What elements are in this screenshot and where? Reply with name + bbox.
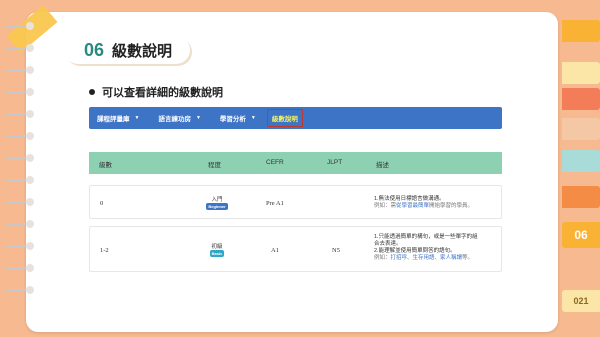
desc-example-highlight: 打招呼、生存用語、家人稱謂 (390, 255, 463, 261)
header-cefr: CEFR (266, 159, 284, 166)
binder-rings (6, 22, 40, 322)
side-tab[interactable] (562, 20, 600, 42)
nav-bar: 課程評量庫 ▼ 語言練功房 ▼ 學習分析 ▼ 級數說明 (89, 107, 502, 129)
side-tab[interactable] (562, 186, 600, 208)
side-tab[interactable] (562, 62, 600, 84)
page-number-tab[interactable]: 06 (562, 222, 600, 248)
cell-level: 0 (100, 200, 104, 207)
side-tab[interactable] (562, 118, 600, 140)
cell-level: 1-2 (100, 247, 109, 254)
desc-example-prefix: 例如：需 (374, 203, 397, 209)
cell-degree: 入門 Beginner (202, 195, 232, 210)
cell-cefr: A1 (271, 247, 279, 254)
side-tab[interactable] (562, 88, 600, 110)
section-title: 06 級數說明 (64, 36, 190, 64)
nav-item-label: 課程評量庫 (97, 116, 130, 123)
table-row: 0 入門 Beginner Pre A1 1.無法使用日標語言做溝通。 例如：需… (89, 185, 502, 219)
bullet-icon (89, 89, 95, 95)
header-degree: 程度 (208, 162, 221, 169)
subtitle: 可以查看詳細的級數說明 (89, 84, 223, 100)
nav-item-learning-analysis[interactable]: 學習分析 ▼ (220, 113, 256, 123)
degree-label: 初級 (211, 244, 223, 250)
degree-label: 入門 (211, 197, 223, 203)
desc-example: 例如：打招呼、生存用語、家人稱謂等。 (374, 255, 478, 262)
nav-item-label: 語言練功房 (158, 116, 191, 123)
header-level: 級數 (99, 162, 112, 169)
desc-line: 1.無法使用日標語言做溝通。 (374, 196, 445, 202)
caret-down-icon: ▼ (134, 115, 140, 121)
desc-line: 2.能理解並使用簡單問答的語句。 (374, 248, 456, 254)
cell-jlpt: N5 (332, 247, 340, 254)
cell-description: 1.無法使用日標語言做溝通。 例如：需從學習最簡單開始學習的學員。 (374, 196, 473, 210)
slide-number-tab: 021 (562, 290, 600, 312)
desc-example-prefix: 例如： (374, 255, 391, 261)
subtitle-text: 可以查看詳細的級數說明 (102, 87, 223, 99)
table-row: 1-2 初級 Basic A1 N5 1.只能透過簡單的構句，或是一些單字的組 … (89, 226, 502, 272)
section-title-text: 級數說明 (112, 42, 173, 60)
desc-example: 例如：需從學習最簡單開始學習的學員。 (374, 203, 473, 210)
side-tab[interactable] (562, 150, 600, 172)
desc-line: 合去表達。 (374, 241, 402, 247)
desc-example-highlight: 從學習最簡單 (396, 203, 430, 209)
nav-item-course-bank[interactable]: 課程評量庫 ▼ (97, 113, 139, 123)
desc-line: 1.只能透過簡單的構句，或是一些單字的組 (374, 234, 478, 240)
header-jlpt: JLPT (327, 159, 343, 166)
caret-down-icon: ▼ (250, 115, 256, 121)
nav-item-label: 學習分析 (219, 116, 246, 123)
desc-example-suffix: 等。 (462, 255, 474, 261)
level-badge: Beginner (206, 203, 228, 210)
section-number: 06 (84, 39, 105, 60)
cell-degree: 初級 Basic (202, 242, 232, 257)
side-tabs (560, 0, 600, 337)
table-header: 級數 程度 CEFR JLPT 描述 (89, 152, 502, 174)
cell-description: 1.只能透過簡單的構句，或是一些單字的組 合去表達。 2.能理解並使用簡單問答的… (374, 234, 478, 262)
header-description: 描述 (376, 162, 389, 169)
nav-item-practice-room[interactable]: 語言練功房 ▼ (158, 113, 200, 123)
desc-example-suffix: 開始學習的學員。 (429, 203, 474, 209)
level-badge: Basic (209, 250, 225, 257)
cell-cefr: Pre A1 (266, 200, 284, 207)
nav-item-level-description[interactable]: 級數說明 (266, 109, 303, 127)
caret-down-icon: ▼ (195, 115, 201, 121)
